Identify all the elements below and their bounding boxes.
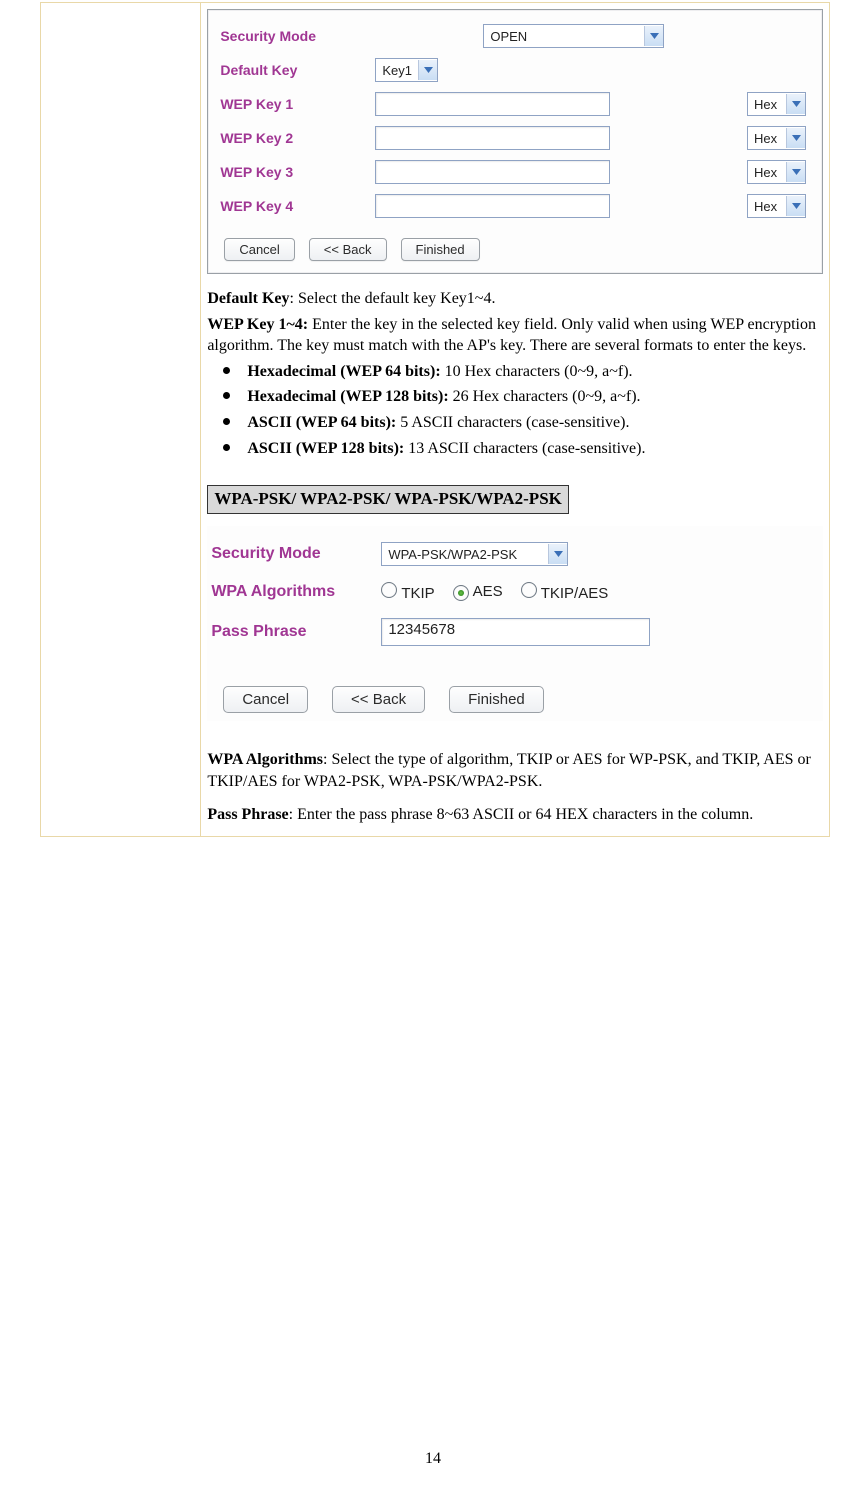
select-wep1-format[interactable]: Hex xyxy=(747,92,806,116)
page-number: 14 xyxy=(0,1450,866,1468)
list-item: ASCII (WEP 128 bits): 13 ASCII character… xyxy=(237,438,823,460)
row-wep-key-3: WEP Key 3 Hex xyxy=(220,160,810,184)
input-wep-key-4[interactable] xyxy=(375,194,610,218)
dropdown-arrow-icon xyxy=(786,94,805,114)
select-wep4-format[interactable]: Hex xyxy=(747,194,806,218)
wpa-algorithm-radios: TKIP AES TKIP/AES xyxy=(381,582,608,602)
row-security-mode: Security Mode OPEN xyxy=(220,24,810,48)
radio-tkipaes[interactable]: TKIP/AES xyxy=(521,582,609,602)
input-wep-key-1[interactable] xyxy=(375,92,610,116)
back-button[interactable]: << Back xyxy=(309,238,387,261)
input-wep-key-2[interactable] xyxy=(375,126,610,150)
select-security-mode[interactable]: OPEN xyxy=(483,24,664,48)
dropdown-arrow-icon xyxy=(644,26,663,46)
finished-button[interactable]: Finished xyxy=(449,686,544,713)
wpa-button-row: Cancel << Back Finished xyxy=(223,686,819,713)
dropdown-arrow-icon xyxy=(786,196,805,216)
select-wep3-format[interactable]: Hex xyxy=(747,160,806,184)
label-wpa-algorithms: WPA Algorithms xyxy=(211,583,381,601)
radio-tkip[interactable]: TKIP xyxy=(381,582,434,602)
label-wpa-security-mode: Security Mode xyxy=(211,545,381,563)
wep-description: Default Key: Select the default key Key1… xyxy=(207,288,823,526)
wpa-settings-panel: Security Mode WPA-PSK/WPA2-PSK WPA Algor… xyxy=(207,526,823,721)
list-item: ASCII (WEP 64 bits): 5 ASCII characters … xyxy=(237,412,823,434)
select-wpa-security-mode[interactable]: WPA-PSK/WPA2-PSK xyxy=(381,542,568,566)
row-wep-key-4: WEP Key 4 Hex xyxy=(220,194,810,218)
label-wep-key-2: WEP Key 2 xyxy=(220,130,375,146)
row-wep-key-2: WEP Key 2 Hex xyxy=(220,126,810,150)
row-wep-key-1: WEP Key 1 Hex xyxy=(220,92,810,116)
wpa-section-heading: WPA-PSK/ WPA2-PSK/ WPA-PSK/WPA2-PSK xyxy=(207,485,569,514)
back-button[interactable]: << Back xyxy=(332,686,425,713)
wep-key-term: WEP Key 1~4: xyxy=(207,316,308,333)
radio-aes[interactable]: AES xyxy=(453,583,503,601)
pass-phrase-term: Pass Phrase xyxy=(207,806,288,823)
row-pass-phrase: Pass Phrase 12345678 xyxy=(211,618,819,646)
input-wep-key-3[interactable] xyxy=(375,160,610,184)
left-column xyxy=(41,3,201,837)
dropdown-arrow-icon xyxy=(786,162,805,182)
finished-button[interactable]: Finished xyxy=(401,238,480,261)
label-wep-key-3: WEP Key 3 xyxy=(220,164,375,180)
label-security-mode: Security Mode xyxy=(220,28,375,44)
cancel-button[interactable]: Cancel xyxy=(224,238,294,261)
row-default-key: Default Key Key1 xyxy=(220,58,810,82)
right-column: Security Mode OPEN Default Key Key1 xyxy=(201,3,830,837)
wep-format-list: Hexadecimal (WEP 64 bits): 10 Hex charac… xyxy=(207,361,823,459)
dropdown-arrow-icon xyxy=(418,60,437,80)
label-wep-key-1: WEP Key 1 xyxy=(220,96,375,112)
cancel-button[interactable]: Cancel xyxy=(223,686,308,713)
content-table: Security Mode OPEN Default Key Key1 xyxy=(40,2,830,837)
list-item: Hexadecimal (WEP 128 bits): 26 Hex chara… xyxy=(237,386,823,408)
wpa-algorithms-term: WPA Algorithms xyxy=(207,751,323,768)
select-wep2-format[interactable]: Hex xyxy=(747,126,806,150)
label-wep-key-4: WEP Key 4 xyxy=(220,198,375,214)
list-item: Hexadecimal (WEP 64 bits): 10 Hex charac… xyxy=(237,361,823,383)
default-key-term: Default Key xyxy=(207,290,289,307)
label-pass-phrase: Pass Phrase xyxy=(211,623,381,641)
wep-button-row: Cancel << Back Finished xyxy=(224,238,810,261)
input-pass-phrase[interactable]: 12345678 xyxy=(381,618,650,646)
label-default-key: Default Key xyxy=(220,62,375,78)
dropdown-arrow-icon xyxy=(548,544,567,564)
wep-settings-panel: Security Mode OPEN Default Key Key1 xyxy=(207,9,823,274)
dropdown-arrow-icon xyxy=(786,128,805,148)
row-wpa-security-mode: Security Mode WPA-PSK/WPA2-PSK xyxy=(211,542,819,566)
row-wpa-algorithms: WPA Algorithms TKIP AES TKIP/AES xyxy=(211,582,819,602)
wpa-description: WPA Algorithms: Select the type of algor… xyxy=(207,749,823,826)
select-default-key[interactable]: Key1 xyxy=(375,58,438,82)
